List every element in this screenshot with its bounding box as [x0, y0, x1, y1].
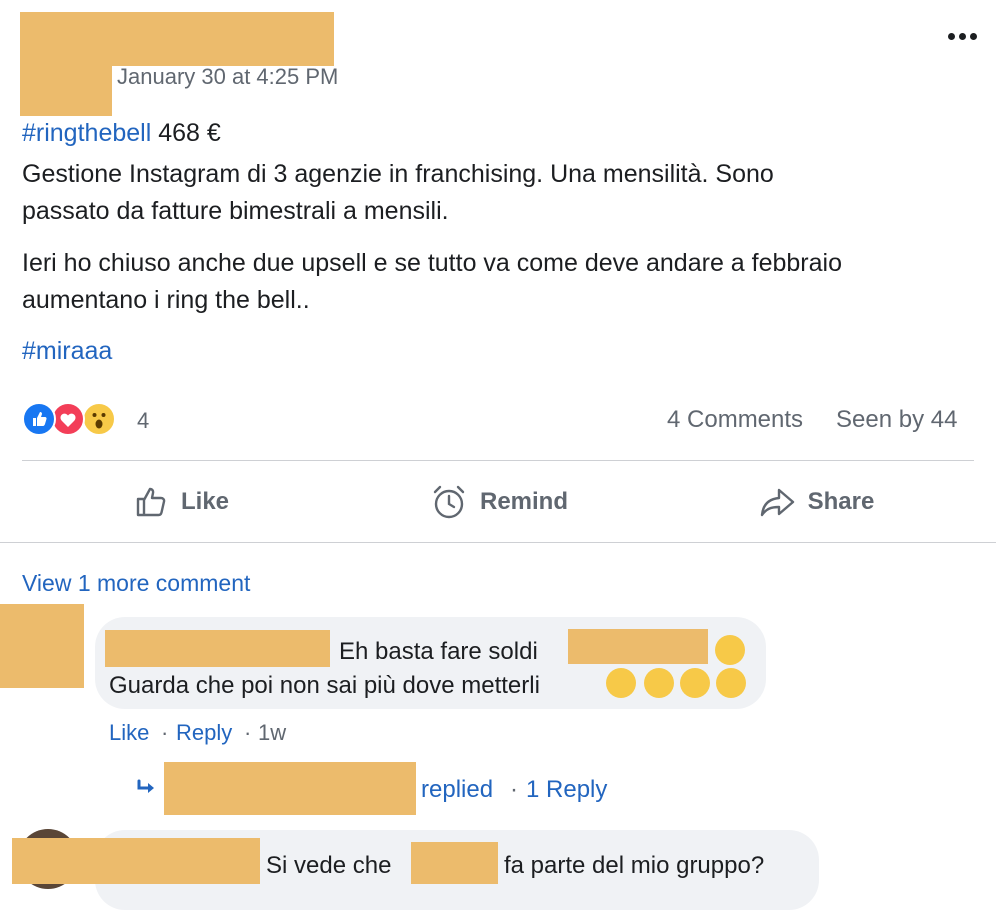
comment-like-link[interactable]: Like — [109, 720, 149, 746]
redacted-commenter-name — [12, 838, 260, 884]
share-arrow-icon — [760, 488, 794, 517]
post-timestamp[interactable]: January 30 at 4:25 PM — [117, 64, 338, 90]
hashtag-miraaa[interactable]: #miraaa — [22, 333, 982, 370]
redacted-author-name — [112, 12, 334, 66]
replied-label[interactable]: replied — [421, 776, 493, 804]
rolling-laughing-emoji-icon — [606, 668, 636, 698]
rolling-laughing-emoji-icon — [680, 668, 710, 698]
share-button[interactable]: Share — [658, 470, 974, 534]
rolling-laughing-emoji-icon — [716, 668, 746, 698]
like-button[interactable]: Like — [22, 470, 340, 534]
comment-reply-link[interactable]: Reply — [176, 720, 232, 746]
alarm-clock-icon — [433, 485, 465, 519]
share-label: Share — [807, 488, 875, 515]
tears-of-joy-emoji-icon — [715, 635, 745, 665]
separator-dot: · — [161, 720, 169, 745]
redacted-commenter-avatar — [0, 604, 84, 688]
post-first-line: #ringthebell 468 € — [22, 119, 221, 148]
wow-icon — [82, 402, 116, 436]
rolling-laughing-emoji-icon — [644, 668, 674, 698]
love-icon — [51, 402, 85, 436]
comment-line-1: Eh basta fare soldi — [339, 638, 538, 665]
view-more-comments-link[interactable]: View 1 more comment — [22, 570, 250, 597]
comment-2-text-1: Si vede che — [266, 852, 392, 879]
post-line-4: aumentano i ring the bell.. — [22, 286, 310, 314]
separator-dot: · — [244, 720, 252, 745]
redacted-replier-name — [164, 762, 416, 815]
redacted-mention — [568, 629, 708, 664]
hashtag-ringthebell[interactable]: #ringthebell — [22, 119, 151, 147]
redacted-commenter-name — [105, 630, 330, 667]
thumbs-up-icon — [136, 487, 166, 517]
post-amount: 468 € — [158, 119, 221, 147]
like-icon — [22, 402, 56, 436]
more-options-button[interactable] — [940, 22, 984, 50]
remind-label: Remind — [479, 488, 568, 515]
divider-top — [22, 460, 974, 461]
post-paragraph-1: Gestione Instagram di 3 agenzie in franc… — [22, 156, 982, 230]
post-paragraph-2: Ieri ho chiuso anche due upsell e se tut… — [22, 245, 982, 319]
divider-bottom — [0, 542, 996, 543]
view-replies-link[interactable]: 1 Reply — [526, 776, 607, 804]
post-line-1: Gestione Instagram di 3 agenzie in franc… — [22, 160, 774, 188]
seen-by-link[interactable]: Seen by 44 — [836, 406, 957, 434]
reactions-summary[interactable] — [22, 402, 122, 438]
post-line-3: Ieri ho chiuso anche due upsell e se tut… — [22, 249, 842, 277]
post-line-2: passato da fatture bimestrali a mensili. — [22, 197, 449, 225]
remind-button[interactable]: Remind — [340, 470, 658, 534]
reaction-count: 4 — [137, 408, 150, 433]
like-label: Like — [180, 488, 230, 515]
comment-time[interactable]: 1w — [258, 720, 286, 746]
comment-2-text-2: fa parte del mio gruppo? — [504, 852, 765, 879]
comments-count-link[interactable]: 4 Comments — [667, 406, 803, 434]
redacted-mention — [411, 842, 498, 884]
reply-arrow-icon — [135, 778, 159, 805]
separator-dot: · — [510, 776, 518, 803]
redacted-author-avatar — [20, 12, 112, 116]
comment-line-2: Guarda che poi non sai più dove metterli — [109, 672, 540, 699]
